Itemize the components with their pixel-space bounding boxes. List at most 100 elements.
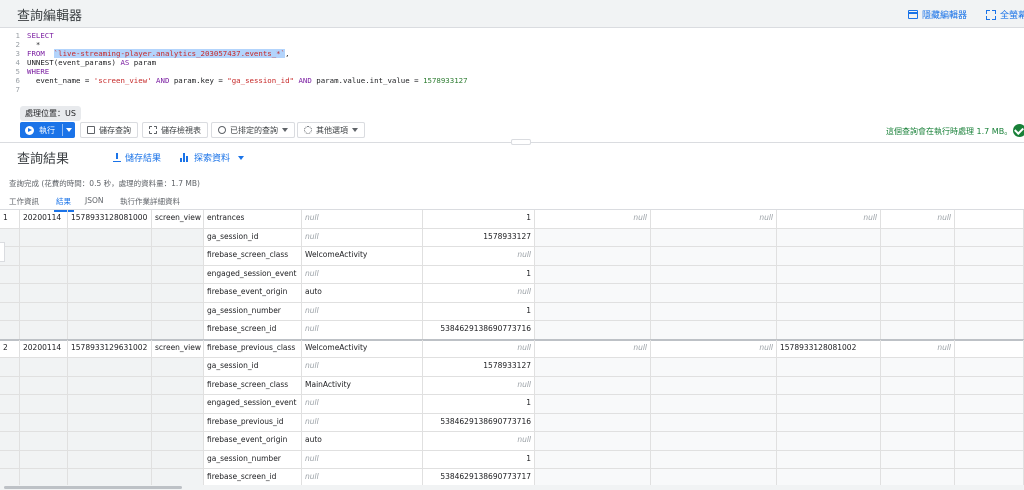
tab-execution-details[interactable]: 執行作業詳細資料 xyxy=(120,196,180,207)
string-value-cell: null xyxy=(302,450,423,469)
empty-cell xyxy=(535,302,651,321)
empty-cell xyxy=(777,469,881,485)
event-date-cell xyxy=(20,358,68,377)
value-cell: 1578933128081002 xyxy=(777,339,881,358)
run-dropdown-icon[interactable] xyxy=(66,128,72,132)
event-date-cell xyxy=(20,450,68,469)
resize-handle[interactable] xyxy=(511,139,531,145)
scrollbar-thumb[interactable] xyxy=(4,486,182,489)
event-date-cell: 20200114 xyxy=(20,339,68,358)
save-query-label: 儲存查詢 xyxy=(99,125,131,135)
explore-data-button[interactable]: 探索資料 xyxy=(180,151,245,164)
code-line[interactable]: 1 SELECT xyxy=(0,31,1024,40)
int-value-cell: null xyxy=(423,376,535,395)
param-key-cell: firebase_previous_id xyxy=(204,413,302,432)
event-timestamp-cell xyxy=(68,358,152,377)
table-row: firebase_screen_id null 538462913869077371… xyxy=(0,469,1024,485)
event-name-cell xyxy=(152,228,204,247)
empty-cell xyxy=(651,247,777,266)
int-value-cell: 1 xyxy=(423,450,535,469)
row-number-cell xyxy=(0,395,20,414)
event-timestamp-cell xyxy=(68,376,152,395)
line-number: 6 xyxy=(15,76,20,85)
code-line[interactable]: 6 event_name = 'screen_view' AND param.k… xyxy=(0,76,1024,85)
event-timestamp-cell xyxy=(68,265,152,284)
line-number: 7 xyxy=(15,85,20,94)
code-line[interactable]: 5 WHERE xyxy=(0,67,1024,76)
event-name-cell xyxy=(152,469,204,485)
save-view-button[interactable]: 儲存檢視表 xyxy=(142,122,208,138)
string-value-cell: auto xyxy=(302,432,423,451)
table-row: firebase_event_origin auto null xyxy=(0,284,1024,303)
code-line[interactable]: 2 * xyxy=(0,40,1024,49)
value-cell: null xyxy=(651,339,777,358)
tab-json[interactable]: JSON xyxy=(85,196,104,205)
event-timestamp-cell xyxy=(68,413,152,432)
code-text: * xyxy=(27,40,41,49)
fullscreen-button[interactable]: 全螢幕 xyxy=(986,8,1024,21)
empty-cell xyxy=(535,228,651,247)
code-line[interactable]: 4 UNNEST(event_params) AS param xyxy=(0,58,1024,67)
empty-cell xyxy=(955,228,1024,247)
download-icon xyxy=(113,153,121,162)
int-value-cell: 5384629138690773717 xyxy=(423,469,535,485)
table-row: engaged_session_event null 1 xyxy=(0,395,1024,414)
code-line[interactable]: 7 xyxy=(0,85,1024,94)
event-date-cell xyxy=(20,321,68,340)
sql-editor[interactable]: 1 SELECT 2 * 3 FROM `live-streaming-player.a… xyxy=(0,29,1024,101)
int-value-cell: 1 xyxy=(423,265,535,284)
empty-cell xyxy=(881,450,955,469)
int-value-cell: 1578933127 xyxy=(423,228,535,247)
save-view-label: 儲存檢視表 xyxy=(161,125,201,135)
empty-cell xyxy=(881,469,955,485)
event-timestamp-cell xyxy=(68,247,152,266)
code-text: event_name = 'screen_view' AND param.key… xyxy=(27,76,468,85)
save-results-button[interactable]: 儲存結果 xyxy=(113,151,161,164)
chevron-down-icon xyxy=(238,155,245,160)
string-value-cell: null xyxy=(302,228,423,247)
run-button[interactable]: 執行 xyxy=(20,122,75,138)
table-row: 2 20200114 1578933129631002 screen_view fire… xyxy=(0,339,1024,358)
event-name-cell xyxy=(152,358,204,377)
int-value-cell: null xyxy=(423,339,535,358)
value-cell: null xyxy=(881,210,955,229)
empty-cell xyxy=(651,302,777,321)
row-number-cell xyxy=(0,432,20,451)
save-icon xyxy=(87,126,95,134)
row-number-cell xyxy=(0,376,20,395)
event-date-cell xyxy=(20,395,68,414)
line-number: 5 xyxy=(15,67,20,76)
param-key-cell: firebase_event_origin xyxy=(204,432,302,451)
side-panel-toggle[interactable] xyxy=(0,242,5,262)
param-key-cell: ga_session_id xyxy=(204,358,302,377)
empty-cell xyxy=(955,284,1024,303)
int-value-cell: 1 xyxy=(423,395,535,414)
event-name-cell: screen_view xyxy=(152,210,204,229)
code-line[interactable]: 3 FROM `live-streaming-player.analytics_2… xyxy=(0,49,1024,58)
int-value-cell: 1 xyxy=(423,210,535,229)
empty-cell xyxy=(777,413,881,432)
line-number: 4 xyxy=(15,58,20,67)
int-value-cell: null xyxy=(423,284,535,303)
empty-cell xyxy=(651,432,777,451)
empty-cell xyxy=(955,265,1024,284)
scheduled-query-button[interactable]: 已排定的查詢 xyxy=(211,122,295,138)
event-date-cell xyxy=(20,247,68,266)
more-options-button[interactable]: 其他選項 xyxy=(297,122,365,138)
save-query-button[interactable]: 儲存查詢 xyxy=(80,122,138,138)
row-number-cell xyxy=(0,469,20,485)
string-value-cell: auto xyxy=(302,284,423,303)
table-row: firebase_screen_class MainActivity null xyxy=(0,376,1024,395)
horizontal-scrollbar[interactable] xyxy=(0,485,1024,490)
hide-editor-button[interactable]: 隱藏編輯器 xyxy=(908,8,967,21)
empty-cell xyxy=(881,395,955,414)
string-value-cell: null xyxy=(302,321,423,340)
empty-cell xyxy=(881,321,955,340)
explore-data-label: 探索資料 xyxy=(194,154,231,164)
table-row: ga_session_id null 1578933127 xyxy=(0,228,1024,247)
empty-cell xyxy=(777,265,881,284)
event-name-cell xyxy=(152,302,204,321)
tab-job-info[interactable]: 工作資訊 xyxy=(9,196,39,207)
tab-results[interactable]: 結果 xyxy=(56,196,71,207)
fullscreen-icon xyxy=(986,9,996,20)
